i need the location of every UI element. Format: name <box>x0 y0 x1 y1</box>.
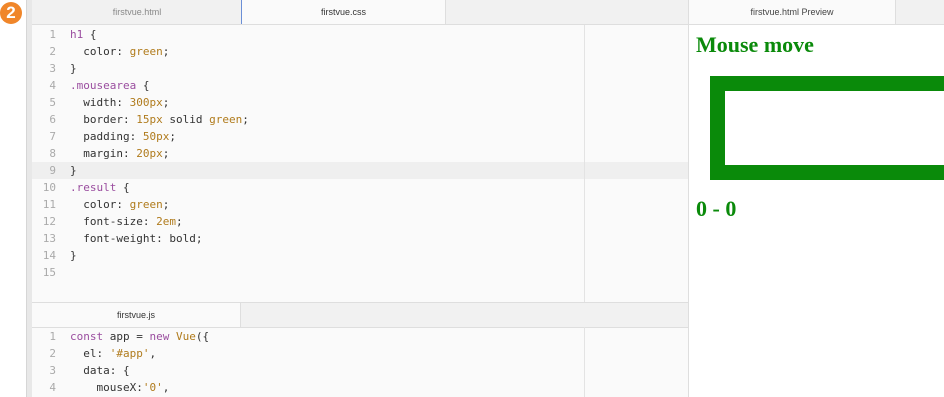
code-line[interactable]: 13 font-weight: bold; <box>32 230 688 247</box>
top-tab-bar: firstvue.html firstvue.css <box>32 0 688 25</box>
line-number: 1 <box>49 330 56 343</box>
code-line[interactable]: 15 <box>32 264 688 281</box>
tab-preview[interactable]: firstvue.html Preview <box>689 0 896 24</box>
code-text: padding: 50px; <box>70 130 176 143</box>
code-text: color: green; <box>70 198 170 211</box>
line-number: 5 <box>49 96 56 109</box>
code-line[interactable]: 3 data: { <box>32 362 688 379</box>
preview-pane: firstvue.html Preview Mouse move 0 - 0 <box>688 0 944 397</box>
code-line[interactable]: 14} <box>32 247 688 264</box>
mouse-area[interactable] <box>710 76 944 180</box>
tab-firstvue-html[interactable]: firstvue.html <box>32 0 242 24</box>
code-text: margin: 20px; <box>70 147 170 160</box>
line-number: 7 <box>49 130 56 143</box>
code-line[interactable]: 3} <box>32 60 688 77</box>
code-text: border: 15px solid green; <box>70 113 249 126</box>
code-text: font-size: 2em; <box>70 215 183 228</box>
code-text: } <box>70 164 77 177</box>
tab-firstvue-css[interactable]: firstvue.css <box>241 0 446 24</box>
line-number: 4 <box>49 79 56 92</box>
line-number: 2 <box>49 347 56 360</box>
code-text: .result { <box>70 181 130 194</box>
line-number: 8 <box>49 147 56 160</box>
column-guide <box>584 25 585 302</box>
line-number: 3 <box>49 364 56 377</box>
code-line[interactable]: 8 margin: 20px; <box>32 145 688 162</box>
code-text: } <box>70 249 77 262</box>
code-text: } <box>70 62 77 75</box>
line-number: 4 <box>49 381 56 394</box>
line-number: 11 <box>42 198 56 211</box>
code-line[interactable]: 9} <box>32 162 688 179</box>
code-line[interactable]: 2 el: '#app', <box>32 345 688 362</box>
line-number: 1 <box>49 28 56 41</box>
code-line[interactable]: 4 .mousearea { <box>32 77 688 94</box>
line-number: 14 <box>42 249 56 262</box>
code-line[interactable]: 2 color: green; <box>32 43 688 60</box>
line-number: 15 <box>42 266 56 279</box>
code-text: data: { <box>70 364 130 377</box>
editor-pane: firstvue.html firstvue.css 1 h1 { 2 color:… <box>32 0 688 397</box>
code-text: const app = new Vue({ <box>70 330 210 343</box>
code-text: width: 300px; <box>70 96 170 109</box>
css-code-editor[interactable]: 1 h1 {2 color: green; 3} 4 .mousearea {5 wid… <box>32 25 688 302</box>
code-text: font-weight: bold; <box>70 232 203 245</box>
line-number: 9 <box>49 164 56 177</box>
code-text: .mousearea { <box>70 79 150 92</box>
code-line[interactable]: 11 color: green; <box>32 196 688 213</box>
line-number: 2 <box>49 45 56 58</box>
code-text: h1 { <box>70 28 97 41</box>
step-badge: 2 <box>0 2 22 24</box>
code-line[interactable]: 7 padding: 50px; <box>32 128 688 145</box>
column-guide <box>584 327 585 397</box>
line-number: 6 <box>49 113 56 126</box>
code-text: mouseX:'0', <box>70 381 170 394</box>
code-line[interactable]: 1 const app = new Vue({ <box>32 328 688 345</box>
code-line[interactable]: 10 .result { <box>32 179 688 196</box>
tab-firstvue-js[interactable]: firstvue.js <box>32 303 241 327</box>
line-number: 13 <box>42 232 56 245</box>
preview-tab-bar: firstvue.html Preview <box>689 0 944 25</box>
preview-result: 0 - 0 <box>696 196 737 221</box>
line-number: 12 <box>42 215 56 228</box>
code-line[interactable]: 12 font-size: 2em; <box>32 213 688 230</box>
code-text: el: '#app', <box>70 347 157 360</box>
js-code-editor[interactable]: 1 const app = new Vue({2 el: '#app', 3 dat… <box>32 327 688 397</box>
code-line[interactable]: 6 border: 15px solid green; <box>32 111 688 128</box>
code-line[interactable]: 5 width: 300px; <box>32 94 688 111</box>
line-number: 3 <box>49 62 56 75</box>
line-number: 10 <box>42 181 56 194</box>
code-text: color: green; <box>70 45 170 58</box>
preview-heading: Mouse move <box>696 32 814 57</box>
code-line[interactable]: 4 mouseX:'0', <box>32 379 688 396</box>
code-line[interactable]: 1 h1 { <box>32 26 688 43</box>
bottom-tab-bar: firstvue.js <box>32 302 688 328</box>
